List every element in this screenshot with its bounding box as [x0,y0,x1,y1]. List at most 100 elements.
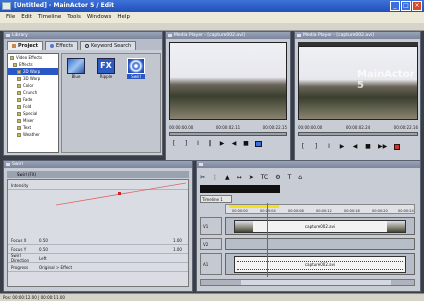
program-seek-bar[interactable] [298,132,418,136]
tree-item[interactable]: Fold [8,103,58,110]
stop-button[interactable]: ■ [365,143,371,150]
work-area-bar[interactable] [229,205,279,208]
playhead[interactable] [267,203,268,277]
step-button[interactable]: I [326,143,332,150]
track-v1[interactable]: capture002.avi [225,217,415,235]
fast-forward-button[interactable]: ▶▶ [378,143,387,150]
folder-icon [17,90,21,95]
effect-panel-title-bar: Swirl [4,161,192,168]
play-button[interactable]: ▶ [339,143,345,150]
keyframe-curve-svg [55,182,187,206]
tree-item[interactable]: Effects [8,61,58,68]
close-button[interactable]: × [412,1,422,11]
video-clip[interactable]: capture002.avi [234,220,406,233]
track-header-a1[interactable]: A1 [200,253,222,275]
tab-project[interactable]: Project [7,41,44,50]
program-video-frame[interactable]: MainActor 5 [298,46,418,120]
effect-thumb-blue[interactable]: Blue [67,58,85,79]
timeline-tab[interactable]: Timeline 1 [200,195,232,203]
param-row-focus-x[interactable]: Focus X 0.50 1.00 [8,236,188,245]
track-a1[interactable]: capture002.avi [225,253,415,275]
tree-item[interactable]: 3D Warp [8,75,58,82]
tree-item[interactable]: Crunch [8,89,58,96]
mark-in-button[interactable]: [ [300,143,306,150]
toolbar-strip [0,23,424,31]
folder-icon [17,125,21,130]
menu-windows[interactable]: Windows [87,14,112,23]
scrollbar-thumb[interactable] [241,280,391,285]
param-row-swirl-direction[interactable]: Swirl Direction Left [8,253,188,263]
step-button[interactable]: I [195,140,201,147]
effect-thumb-swirl[interactable]: Swirl [127,58,145,79]
menu-help[interactable]: Help [117,14,130,23]
effect-thumb-ripple[interactable]: FX Ripple [97,58,115,79]
mark-out-button[interactable]: ] [313,143,319,150]
reverse-button[interactable]: ◀ [352,143,358,150]
intensity-curve[interactable] [55,181,187,211]
timeline-ruler[interactable]: 00:00:00 00:00:04 00:00:08 00:00:12 00:0… [225,204,415,214]
menu-bar: File Edit Timeline Tools Windows Help [0,12,424,23]
folder-icon [17,118,21,123]
menu-edit[interactable]: Edit [21,14,32,23]
app-icon[interactable] [2,2,11,10]
maximize-button[interactable]: □ [401,1,411,11]
timeline-scrollbar[interactable] [200,279,415,286]
library-tabs: Project Effects Keyword Search [4,39,162,50]
window-buttons: _ □ × [390,1,422,11]
transition-tool-icon[interactable]: TC [261,174,269,181]
tree-item[interactable]: Mixer [8,117,58,124]
effects-icon [50,44,55,48]
menu-file[interactable]: File [6,14,15,23]
mark-in-button[interactable]: [ [171,140,177,147]
folder-icon [17,111,21,116]
snap-tool-icon[interactable]: ⌂ [298,174,302,181]
tree-item[interactable]: Text [8,124,58,131]
track-header-v2[interactable]: V2 [200,238,222,250]
marker-tool-icon[interactable]: ▲ [225,174,230,181]
tree-item[interactable]: 2D Warp [8,68,58,75]
effects-tree[interactable]: Video Effects Effects 2D Warp 3D Warp Co… [7,53,59,153]
reverse-button[interactable]: ◀ [231,140,237,147]
effects-grid: Blue FX Ripple Swirl [61,53,161,153]
play-button[interactable]: ▶ [219,140,225,147]
tree-item[interactable]: Video Effects [8,54,58,61]
monitor-icon[interactable] [255,140,262,147]
library-title-bar: Library [4,32,162,39]
menu-timeline[interactable]: Timeline [38,14,61,23]
mark-out-button[interactable]: ] [183,140,189,147]
arrow-tool-icon[interactable]: ➤ [249,174,254,181]
keyframe-marker[interactable] [118,192,121,195]
menu-tools[interactable]: Tools [67,14,81,23]
parameter-grid: Intensity Focus X 0.50 1.00 Focus Y 0.50… [7,179,189,287]
text-tool-icon[interactable]: T [288,174,292,181]
pause-button[interactable]: ‖ [207,140,213,147]
timeline-preview-strip [200,185,280,193]
library-panel: Library Project Effects Keyword Search V… [3,31,163,156]
track-v2[interactable] [225,238,415,250]
record-icon[interactable] [394,143,401,150]
tree-item[interactable]: Color [8,82,58,89]
tab-effects[interactable]: Effects [45,41,79,50]
folder-icon [17,132,21,137]
audio-clip[interactable]: capture002.avi [234,256,406,273]
folder-icon [17,69,21,74]
tree-item[interactable]: Fade [8,96,58,103]
source-monitor: Media Player - [capture002.avi] 00:00:00… [165,31,291,161]
tree-item[interactable]: Weather [8,131,58,138]
source-video-frame[interactable] [169,42,287,120]
split-tool-icon[interactable]: ⋮ [212,174,218,181]
gear-icon[interactable]: ⚙ [275,174,280,181]
trim-tool-icon[interactable]: ↔ [237,174,242,181]
source-seek-bar[interactable] [169,132,287,136]
clip-thumbnail-start [235,221,253,232]
minimize-button[interactable]: _ [390,1,400,11]
cut-tool-icon[interactable]: ✂ [200,174,205,181]
param-row-progress[interactable]: Progress Original > Effect [8,263,188,272]
tree-item[interactable]: Special [8,110,58,117]
tab-keyword-search[interactable]: Keyword Search [80,41,137,50]
source-timecodes: 00:00:00.00 00:00:02.11 00:00:22.15 [169,125,287,130]
stop-button[interactable]: ■ [243,140,249,147]
program-timecodes: 00:00:00.00 00:00:02.24 00:00:22.16 [298,125,418,130]
track-header-v1[interactable]: V1 [200,217,222,235]
timeline-toolbar: ✂ ⋮ ▲ ↔ ➤ TC ⚙ T ⌂ [200,171,418,183]
